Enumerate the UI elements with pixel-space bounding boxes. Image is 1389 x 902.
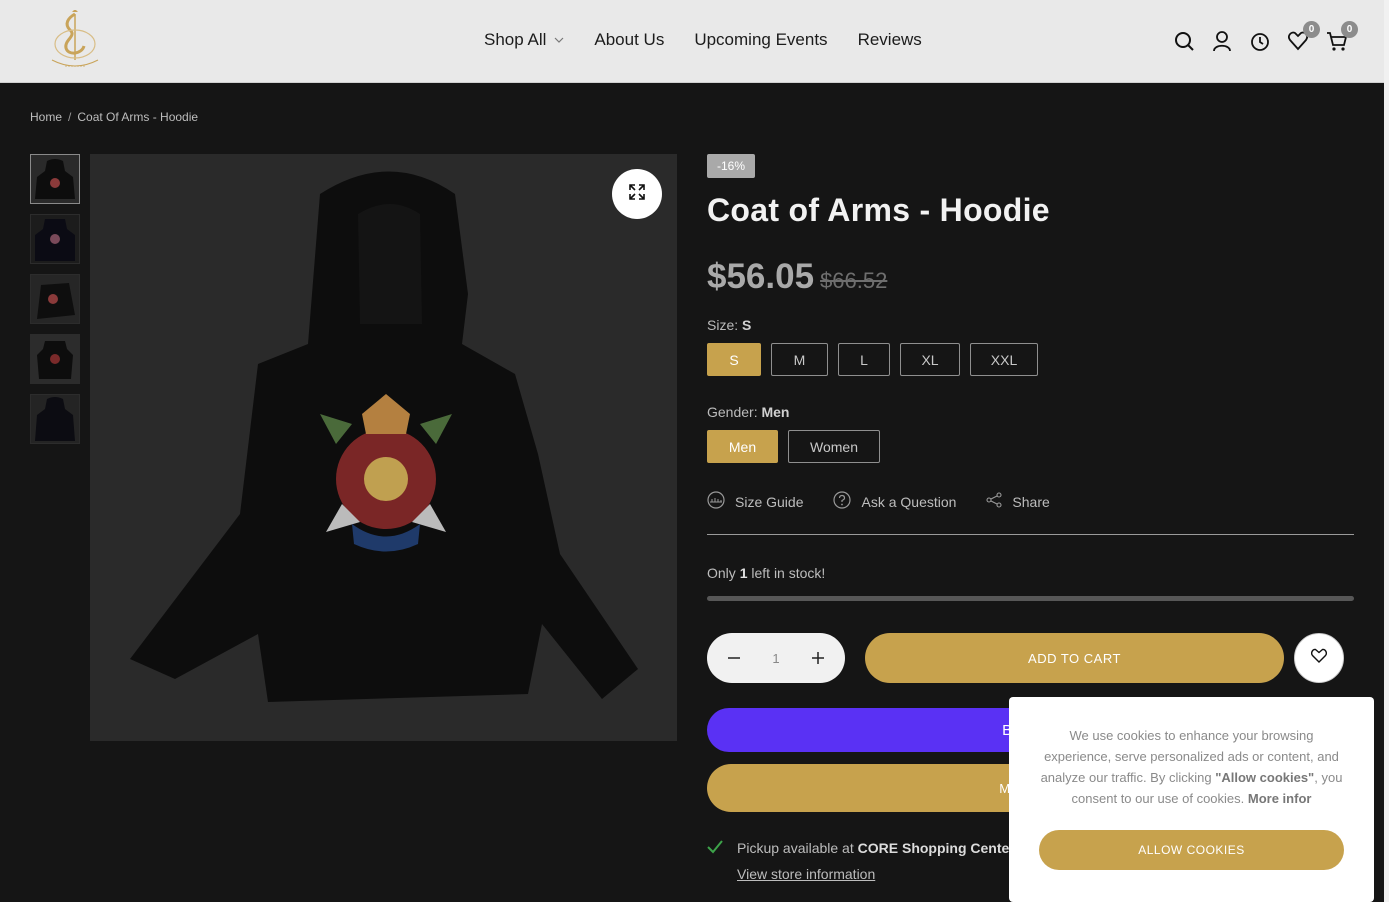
question-icon xyxy=(833,491,852,512)
ruler-icon xyxy=(707,491,725,512)
gender-selected-value: Men xyxy=(761,404,790,420)
stock-message: Only 1 left in stock! xyxy=(707,565,1354,581)
share-label: Share xyxy=(1012,493,1050,510)
share-link[interactable]: Share xyxy=(986,491,1050,512)
cookie-more-info-link[interactable]: More infor xyxy=(1248,791,1312,806)
breadcrumb-home[interactable]: Home xyxy=(30,110,62,124)
nav-shop-all[interactable]: Shop All xyxy=(484,30,564,50)
size-option-s[interactable]: S xyxy=(707,343,761,376)
search-icon[interactable] xyxy=(1174,30,1194,52)
page-scrollbar[interactable] xyxy=(1384,0,1389,902)
recently-viewed-icon[interactable] xyxy=(1250,30,1270,52)
thumbnail-3[interactable] xyxy=(30,274,80,324)
brand-logo[interactable]: • • • • • • • xyxy=(42,9,108,72)
gender-option-women[interactable]: Women xyxy=(788,430,880,463)
product-main-image[interactable] xyxy=(90,154,677,741)
nav-shop-all-label: Shop All xyxy=(484,30,547,49)
add-to-wishlist-button[interactable] xyxy=(1294,633,1344,683)
quantity-increase-button[interactable] xyxy=(809,649,827,667)
discount-badge: -16% xyxy=(707,154,756,178)
cookie-highlight: "Allow cookies" xyxy=(1215,770,1315,785)
quantity-stepper: 1 xyxy=(707,633,845,683)
size-selected-value: S xyxy=(742,317,752,333)
product-links: Size Guide Ask a Question Share xyxy=(707,491,1354,535)
compare-price: $66.52 xyxy=(820,268,888,293)
thumbnail-5[interactable] xyxy=(30,394,80,444)
zoom-button[interactable] xyxy=(612,169,662,219)
size-option-label: Size: S xyxy=(707,317,1354,333)
size-guide-label: Size Guide xyxy=(735,493,804,510)
quantity-input[interactable]: 1 xyxy=(772,651,779,666)
size-option-xxl[interactable]: XXL xyxy=(970,343,1038,376)
wishlist-icon[interactable]: 0 xyxy=(1288,21,1320,52)
ask-question-link[interactable]: Ask a Question xyxy=(833,491,956,512)
allow-cookies-button[interactable]: ALLOW COOKIES xyxy=(1039,830,1344,870)
wishlist-count-badge: 0 xyxy=(1303,21,1320,38)
size-option-m[interactable]: M xyxy=(771,343,828,376)
sale-price: $56.05 xyxy=(707,257,815,296)
gender-label: Gender: xyxy=(707,404,758,420)
share-icon xyxy=(986,492,1002,511)
cart-count-badge: 0 xyxy=(1341,21,1358,38)
thumbnail-1[interactable] xyxy=(30,154,80,204)
header-icons: 0 0 xyxy=(1174,21,1358,52)
breadcrumb: Home / Coat Of Arms - Hoodie xyxy=(30,110,198,124)
size-guide-link[interactable]: Size Guide xyxy=(707,491,803,512)
checkmark-icon xyxy=(707,840,723,882)
view-store-info-link[interactable]: View store information xyxy=(737,866,1015,882)
site-header: • • • • • • • Shop All About Us Upcoming… xyxy=(0,0,1384,83)
add-to-cart-button[interactable]: ADD TO CART xyxy=(865,633,1284,683)
pickup-availability: Pickup available at CORE Shopping Center… xyxy=(707,840,1015,882)
main-nav: Shop All About Us Upcoming Events Review… xyxy=(484,30,922,50)
size-option-xl[interactable]: XL xyxy=(900,343,960,376)
pickup-location: CORE Shopping Center xyxy=(857,840,1015,856)
stock-suffix: left in stock! xyxy=(751,565,826,581)
quantity-decrease-button[interactable] xyxy=(725,649,743,667)
thumbnail-2[interactable] xyxy=(30,214,80,264)
add-to-cart-row: 1 ADD TO CART xyxy=(707,633,1354,683)
stock-count: 1 xyxy=(739,565,748,581)
stock-progress-bar xyxy=(707,596,1354,601)
thumbnail-4[interactable] xyxy=(30,334,80,384)
nav-reviews[interactable]: Reviews xyxy=(858,30,922,50)
nav-about-us[interactable]: About Us xyxy=(594,30,664,50)
svg-text:• • • • • • •: • • • • • • • xyxy=(65,65,85,70)
nav-reviews-label: Reviews xyxy=(857,30,922,49)
nav-upcoming-events-label: Upcoming Events xyxy=(694,30,828,49)
price-row: $56.05 $66.52 xyxy=(707,257,1354,297)
breadcrumb-current: Coat Of Arms - Hoodie xyxy=(77,110,199,124)
expand-icon xyxy=(629,183,645,205)
nav-upcoming-events[interactable]: Upcoming Events xyxy=(694,30,827,50)
product-info: -16% Coat of Arms - Hoodie $56.05 $66.52… xyxy=(707,154,1354,882)
size-label: Size: xyxy=(707,317,739,333)
account-icon[interactable] xyxy=(1212,30,1232,52)
cart-icon[interactable]: 0 xyxy=(1326,21,1358,52)
cookie-text: We use cookies to enhance your browsing … xyxy=(1039,725,1344,809)
breadcrumb-separator: / xyxy=(68,110,72,124)
product-title: Coat of Arms - Hoodie xyxy=(707,192,1050,228)
size-option-l[interactable]: L xyxy=(838,343,890,376)
pickup-prefix: Pickup available at xyxy=(737,840,854,856)
gender-options: Men Women xyxy=(707,430,1354,463)
heart-icon xyxy=(1311,648,1327,668)
gender-option-label: Gender: Men xyxy=(707,404,1354,420)
product-thumbnails xyxy=(30,154,80,444)
cookie-banner: We use cookies to enhance your browsing … xyxy=(1009,697,1374,902)
hoodie-image xyxy=(90,154,677,741)
gender-option-men[interactable]: Men xyxy=(707,430,778,463)
ask-question-label: Ask a Question xyxy=(861,493,957,510)
stock-prefix: Only xyxy=(707,565,736,581)
chevron-down-icon xyxy=(554,35,564,46)
nav-about-us-label: About Us xyxy=(594,30,665,49)
size-options: S M L XL XXL xyxy=(707,343,1354,376)
